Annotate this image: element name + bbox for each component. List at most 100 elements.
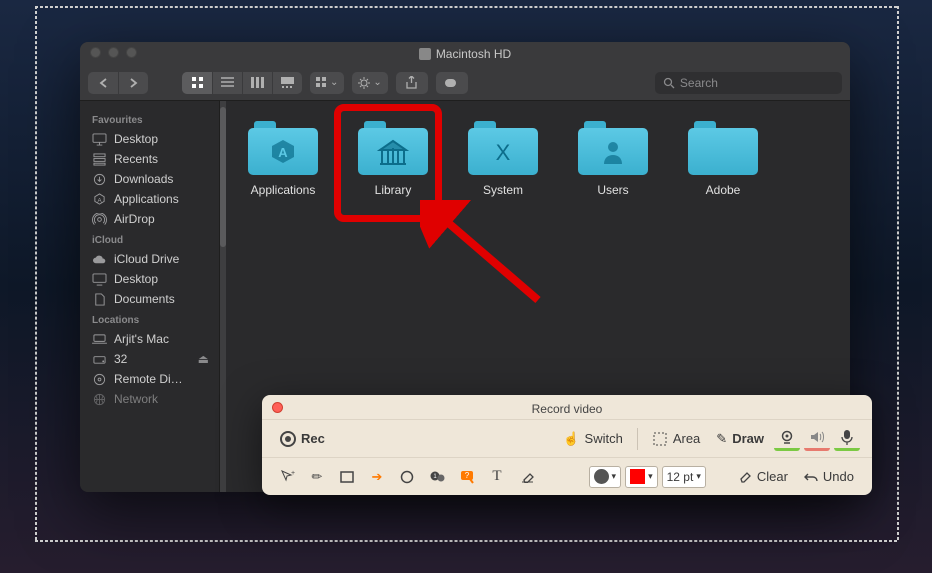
folder-icon (578, 121, 648, 175)
disk-icon (419, 48, 431, 60)
text-tool[interactable]: T (484, 465, 510, 489)
webcam-button[interactable] (774, 427, 800, 451)
downloads-icon (92, 173, 107, 186)
minimize-button[interactable] (108, 47, 119, 58)
sidebar-item-remote-disc[interactable]: Remote Di… (80, 369, 219, 389)
back-button[interactable] (88, 72, 118, 94)
arrow-tool[interactable]: ➔ (364, 465, 390, 489)
eraser-icon (738, 470, 752, 483)
clear-button[interactable]: Clear (732, 466, 794, 487)
folder-applications[interactable]: A Applications (238, 121, 328, 197)
fill-color-select[interactable]: ▾ (625, 466, 658, 488)
close-button[interactable] (90, 47, 101, 58)
toolbar: ⌄ ⌄ Search (80, 65, 850, 101)
eraser-tool[interactable] (514, 465, 540, 489)
sidebar-item-mac[interactable]: Arjit's Mac (80, 329, 219, 349)
svg-text:X: X (496, 140, 511, 165)
group-by-button[interactable]: ⌄ (310, 72, 344, 94)
forward-button[interactable] (118, 72, 148, 94)
search-input[interactable]: Search (655, 72, 842, 94)
column-view-button[interactable] (242, 72, 272, 94)
number-tool[interactable]: 1 (424, 465, 450, 489)
color-swatch (630, 469, 645, 484)
sidebar-item-recents[interactable]: Recents (80, 149, 219, 169)
titlebar: Macintosh HD (80, 42, 850, 65)
documents-icon (92, 293, 107, 306)
selection-border (35, 6, 897, 8)
folder-icon (358, 121, 428, 175)
rect-tool[interactable] (334, 465, 360, 489)
airdrop-icon (92, 213, 107, 226)
disc-icon (92, 373, 107, 386)
search-placeholder: Search (680, 76, 718, 90)
gallery-view-button[interactable] (272, 72, 302, 94)
sidebar-item-desktop[interactable]: Desktop (80, 269, 219, 289)
folder-system[interactable]: X System (458, 121, 548, 197)
question-tool[interactable]: ? (454, 465, 480, 489)
sidebar-item-icloud-drive[interactable]: iCloud Drive (80, 249, 219, 269)
switch-button[interactable]: ☝ Switch (557, 428, 628, 450)
folder-icon (688, 121, 758, 175)
stroke-color-select[interactable]: ▾ (589, 466, 622, 488)
icon-view-button[interactable] (182, 72, 212, 94)
selection-border (35, 540, 897, 542)
sidebar: Favourites Desktop Recents Downloads A A… (80, 101, 220, 492)
recorder-panel: Record video Rec ☝ Switch Area ✎ Draw (262, 395, 872, 495)
sidebar-item-disk[interactable]: 32 ⏏ (80, 349, 219, 369)
draw-button[interactable]: ✎ Draw (710, 428, 770, 450)
pencil-icon: ✎ (716, 431, 727, 447)
laptop-icon (92, 333, 107, 346)
window-title: Macintosh HD (436, 47, 511, 61)
font-size-select[interactable]: 12 pt▾ (662, 466, 706, 488)
search-icon (663, 77, 675, 89)
disk-icon (92, 353, 107, 366)
tags-button[interactable] (436, 72, 468, 94)
area-icon (652, 431, 668, 447)
folder-adobe[interactable]: Adobe (678, 121, 768, 197)
record-button[interactable]: Rec (274, 428, 331, 450)
list-view-button[interactable] (212, 72, 242, 94)
color-swatch (594, 469, 609, 484)
sidebar-item-applications[interactable]: A Applications (80, 189, 219, 209)
panel-titlebar: Record video (262, 395, 872, 419)
apps-icon: A (92, 193, 107, 206)
sidebar-item-airdrop[interactable]: AirDrop (80, 209, 219, 229)
mic-button[interactable] (834, 427, 860, 451)
sidebar-item-network[interactable]: Network (80, 389, 219, 409)
undo-button[interactable]: Undo (798, 466, 860, 487)
recents-icon (92, 153, 107, 166)
pointer-tool[interactable]: + (274, 465, 300, 489)
record-icon (280, 431, 296, 447)
undo-icon (804, 471, 818, 483)
sidebar-section-header: Favourites (80, 109, 219, 129)
speaker-button[interactable] (804, 427, 830, 451)
hand-icon: ☝ (563, 431, 579, 447)
svg-text:?: ? (464, 471, 469, 480)
sidebar-section-header: iCloud (80, 229, 219, 249)
sidebar-section-header: Locations (80, 309, 219, 329)
sidebar-item-documents[interactable]: Documents (80, 289, 219, 309)
eject-icon[interactable]: ⏏ (198, 352, 209, 366)
panel-close-button[interactable] (272, 402, 283, 413)
svg-text:A: A (278, 145, 288, 160)
circle-tool[interactable] (394, 465, 420, 489)
share-button[interactable] (396, 72, 428, 94)
selection-border (897, 6, 899, 540)
desktop-icon (92, 273, 107, 286)
pen-tool[interactable]: ✏ (304, 465, 330, 489)
panel-title: Record video (532, 402, 603, 416)
traffic-lights[interactable] (90, 47, 137, 58)
action-button[interactable]: ⌄ (352, 72, 387, 94)
zoom-button[interactable] (126, 47, 137, 58)
selection-border (35, 6, 37, 540)
desktop-icon (92, 133, 107, 146)
folder-icon: X (468, 121, 538, 175)
network-icon (92, 393, 107, 406)
svg-text:+: + (291, 470, 295, 477)
folder-users[interactable]: Users (568, 121, 658, 197)
sidebar-item-desktop[interactable]: Desktop (80, 129, 219, 149)
area-button[interactable]: Area (646, 428, 706, 450)
svg-text:A: A (97, 197, 102, 204)
folder-library[interactable]: Library (348, 121, 438, 197)
sidebar-item-downloads[interactable]: Downloads (80, 169, 219, 189)
